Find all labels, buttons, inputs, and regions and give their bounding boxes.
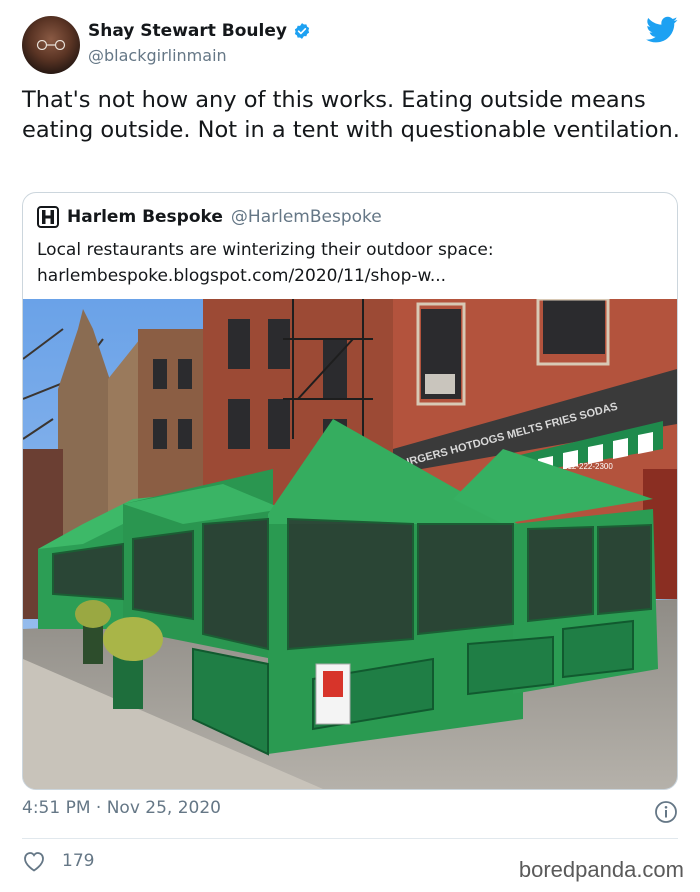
author-handle[interactable]: @blackgirlinmain — [88, 46, 227, 65]
twitter-bird-icon[interactable] — [646, 16, 678, 44]
info-icon[interactable] — [654, 800, 678, 824]
storefront-phone-text: 212-222-2300 — [563, 462, 613, 471]
divider — [22, 838, 678, 839]
quoted-text-line-1: Local restaurants are winterizing their … — [37, 240, 494, 260]
author-name-row[interactable]: Shay Stewart Bouley — [88, 21, 311, 41]
glasses-icon — [36, 40, 66, 50]
quoted-text: Local restaurants are winterizing their … — [37, 237, 657, 289]
tweet-timestamp[interactable]: 4:51 PM · Nov 25, 2020 — [22, 798, 221, 818]
watermark: boredpanda.com — [518, 857, 684, 882]
quoted-header: Harlem Bespoke @HarlemBespoke — [37, 206, 382, 228]
heart-icon[interactable] — [22, 850, 46, 872]
verified-badge-icon — [294, 23, 310, 39]
like-count: 179 — [62, 851, 95, 871]
quoted-author-name: Harlem Bespoke — [67, 207, 223, 227]
harlem-bespoke-logo-icon — [37, 206, 59, 228]
like-action[interactable]: 179 — [22, 850, 94, 872]
avatar[interactable] — [22, 16, 80, 74]
tweet-text: That's not how any of this works. Eating… — [22, 87, 680, 143]
quoted-link[interactable]: harlembespoke.blogspot.com/2020/11/shop-… — [37, 266, 446, 286]
author-name[interactable]: Shay Stewart Bouley — [88, 21, 287, 41]
quoted-photo[interactable]: URGERS HOTDOGS MELTS FRIES SODAS 212-222… — [23, 299, 677, 789]
quoted-tweet-card[interactable]: Harlem Bespoke @HarlemBespoke Local rest… — [22, 192, 678, 790]
quoted-author-handle: @HarlemBespoke — [230, 207, 382, 227]
